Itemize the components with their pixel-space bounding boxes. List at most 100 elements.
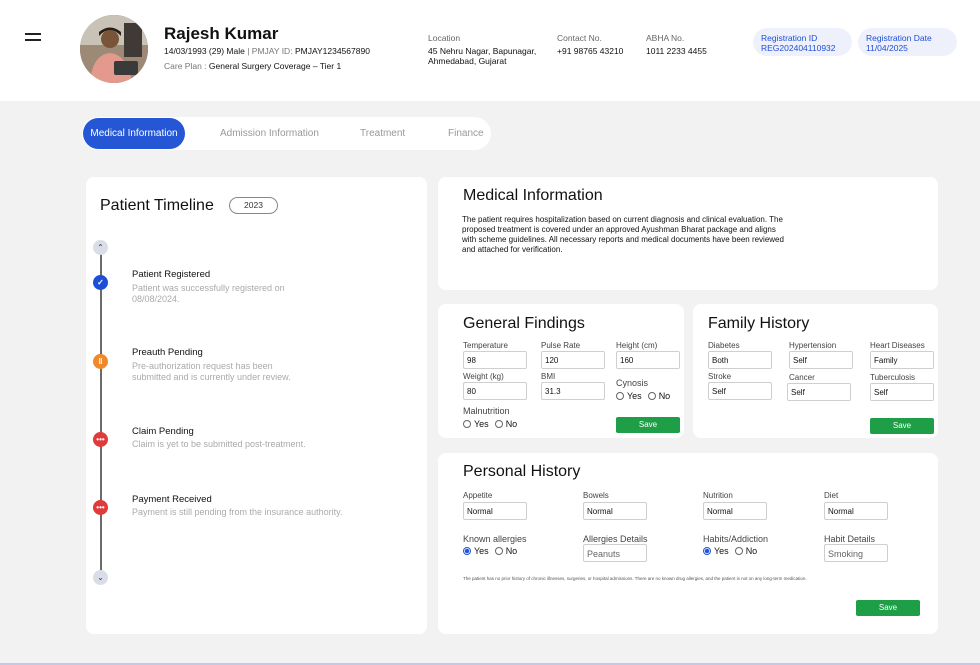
bmi-field[interactable]: 31.3 (541, 382, 605, 400)
habits-options: Yes No (703, 546, 763, 556)
timeline-item-title: Preauth Pending (132, 347, 203, 358)
cynosis-label: Cynosis (616, 378, 649, 388)
save-button[interactable]: Save (856, 600, 920, 616)
appetite-field[interactable]: Normal (463, 502, 527, 520)
bowels-label: Bowels (583, 491, 609, 500)
dob-age-sex: 14/03/1993 (29) Male (164, 46, 245, 56)
stroke-field[interactable]: Self (708, 382, 772, 400)
allergies-options: Yes No (463, 546, 523, 556)
chevron-up-icon[interactable]: ⌃ (93, 240, 108, 255)
allergies-label: Known allergies (463, 534, 527, 544)
bmi-label: BMI (541, 372, 556, 381)
no-label: No (505, 419, 518, 429)
radio-icon[interactable] (647, 392, 656, 400)
diabetes-field[interactable]: Both (708, 351, 772, 369)
habit-details-field[interactable]: Smoking (824, 544, 888, 562)
malnutrition-yes[interactable]: Yes (463, 419, 489, 429)
radio-icon[interactable] (734, 547, 743, 555)
patient-timeline-card: Patient Timeline 2023 ⌃ ✓ Patient Regist… (86, 177, 427, 634)
height-field[interactable]: 160 (616, 351, 680, 369)
contact-value: +91 98765 43210 (557, 46, 624, 56)
pmjay-label: PMJAY ID: (251, 46, 293, 56)
yes-label: Yes (474, 546, 489, 556)
abha-value: 1011 2233 4455 (646, 46, 707, 56)
cynosis-yes[interactable]: Yes (616, 391, 642, 401)
timeline-item-desc: Claim is yet to be submitted post-treatm… (132, 439, 306, 449)
radio-icon[interactable] (494, 420, 503, 428)
contact-label: Contact No. (557, 33, 602, 43)
radio-selected-icon[interactable] (703, 547, 711, 555)
heart-field[interactable]: Family (870, 351, 934, 369)
allergies-yes[interactable]: Yes (463, 546, 489, 556)
family-history-card: Family History Diabetes Both Hypertensio… (693, 304, 938, 438)
save-button[interactable]: Save (870, 418, 934, 434)
tb-field[interactable]: Self (870, 383, 934, 401)
reg-date-value: 11/04/2025 (866, 43, 908, 53)
hypertension-label: Hypertension (789, 341, 837, 350)
temperature-field[interactable]: 98 (463, 351, 527, 369)
cancer-label: Cancer (789, 373, 815, 382)
radio-icon[interactable] (616, 392, 624, 400)
timeline-item-desc: Patient was successfully registered on 0… (132, 283, 285, 304)
patient-name: Rajesh Kumar (164, 24, 279, 43)
medical-info-text: The patient requires hospitalization bas… (462, 215, 784, 254)
diabetes-label: Diabetes (708, 341, 740, 350)
radio-selected-icon[interactable] (463, 547, 471, 555)
habits-label: Habits/Addiction (703, 534, 769, 544)
bowels-field[interactable]: Normal (583, 502, 647, 520)
malnutrition-options: Yes No (463, 419, 523, 429)
diet-field[interactable]: Normal (824, 502, 888, 520)
save-button[interactable]: Save (616, 417, 680, 433)
tab-finance[interactable]: Finance (448, 117, 484, 150)
radio-icon[interactable] (494, 547, 503, 555)
location-label: Location (428, 33, 461, 43)
diet-label: Diet (824, 491, 839, 500)
separator: | (247, 46, 250, 56)
menu-icon[interactable] (25, 33, 41, 43)
timeline-line (100, 247, 102, 577)
chevron-down-icon[interactable]: ⌄ (93, 570, 108, 585)
hypertension-field[interactable]: Self (789, 351, 853, 369)
tab-bar: Medical Information Admission Informatio… (82, 117, 491, 150)
registration-id-badge: Registration ID REG202404110932 (753, 28, 852, 56)
care-plan-label: Care Plan : (164, 61, 207, 71)
tab-admission-information[interactable]: Admission Information (220, 117, 319, 150)
patient-dob: 14/03/1993 (29) Male | PMJAY ID: PMJAY12… (164, 46, 370, 56)
personal-history-note: The patient has no prior history of chro… (463, 576, 807, 581)
pulse-label: Pulse Rate (541, 341, 581, 350)
timeline-item-title: Patient Registered (132, 269, 211, 280)
habits-no[interactable]: No (734, 546, 758, 556)
radio-icon[interactable] (463, 420, 471, 428)
malnutrition-label: Malnutrition (463, 406, 510, 416)
height-label: Height (cm) (616, 341, 658, 350)
patient-header: Rajesh Kumar 14/03/1993 (29) Male | PMJA… (0, 0, 980, 101)
habits-yes[interactable]: Yes (703, 546, 729, 556)
nutrition-field[interactable]: Normal (703, 502, 767, 520)
tab-medical-information[interactable]: Medical Information (83, 118, 185, 149)
location-info: Location 45 Nehru Nagar, Bapunagar, Ahme… (428, 33, 536, 66)
appetite-label: Appetite (463, 491, 493, 500)
allergy-details-field[interactable]: Peanuts (583, 544, 647, 562)
reg-id-value: REG202404110932 (761, 43, 836, 53)
cancer-field[interactable]: Self (787, 383, 851, 401)
malnutrition-no[interactable]: No (494, 419, 518, 429)
more-icon: ••• (93, 500, 108, 515)
allergy-details-label: Allergies Details (583, 534, 648, 544)
allergies-no[interactable]: No (494, 546, 517, 556)
timeline-title: Patient Timeline (100, 197, 214, 214)
contact-info: Contact No. +91 98765 43210 (557, 33, 623, 56)
habit-details-label: Habit Details (824, 534, 876, 544)
yes-label: Yes (714, 546, 729, 556)
reg-date-label: Registration Date (866, 33, 932, 43)
registration-date-badge: Registration Date 11/04/2025 (858, 28, 957, 56)
care-plan-value: General Surgery Coverage – Tier 1 (208, 61, 342, 71)
no-label: No (658, 391, 671, 401)
medical-info-title: Medical Information (463, 187, 603, 204)
no-label: No (745, 546, 758, 556)
timeline-item-desc: Pre-authorization request has been submi… (132, 361, 291, 382)
tab-treatment[interactable]: Treatment (360, 117, 405, 150)
pulse-field[interactable]: 120 (541, 351, 605, 369)
cynosis-no[interactable]: No (647, 391, 671, 401)
weight-field[interactable]: 80 (463, 382, 527, 400)
year-selector[interactable]: 2023 (229, 197, 278, 214)
